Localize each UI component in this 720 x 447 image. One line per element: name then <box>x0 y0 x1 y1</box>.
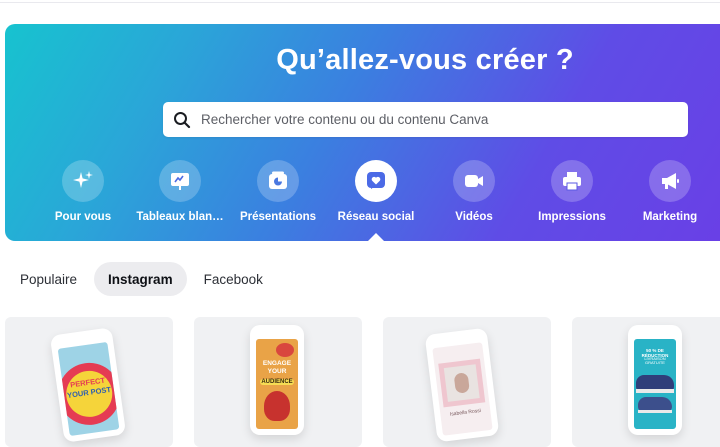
phone-mockup: PERFECT YOUR POST <box>49 327 127 443</box>
template-text: AUDIENCE <box>260 379 294 386</box>
template-card[interactable]: PERFECT YOUR POST <box>5 317 173 447</box>
category-videos[interactable]: Vidéos <box>419 160 529 223</box>
template-grid: PERFECT YOUR POST ENGAGE YOUR AUDIENCE I… <box>0 317 720 447</box>
template-text: ENGAGE <box>262 360 292 367</box>
whiteboard-icon <box>159 160 201 202</box>
phone-mockup: 50 % DE RÉDUCTION LIVRAISON GRATUITE <box>628 325 682 435</box>
category-label: Vidéos <box>455 211 493 223</box>
category-tableaux-blancs[interactable]: Tableaux blan… <box>125 160 235 223</box>
template-card[interactable]: 50 % DE RÉDUCTION LIVRAISON GRATUITE <box>572 317 720 447</box>
tab-facebook[interactable]: Facebook <box>191 262 276 296</box>
template-text: YOUR <box>267 368 287 375</box>
category-label: Réseau social <box>337 211 415 223</box>
megaphone-icon <box>649 160 691 202</box>
category-label: Tableaux blan… <box>136 211 224 223</box>
category-impressions[interactable]: Impressions <box>517 160 627 223</box>
template-thumbnail: 50 % DE RÉDUCTION LIVRAISON GRATUITE <box>634 339 676 429</box>
category-presentations[interactable]: Présentations <box>223 160 333 223</box>
phone-mockup: ENGAGE YOUR AUDIENCE <box>250 325 304 435</box>
template-thumbnail: ENGAGE YOUR AUDIENCE <box>256 339 298 429</box>
heart-icon <box>355 160 397 202</box>
tab-populaire[interactable]: Populaire <box>7 262 90 296</box>
category-reseau-social[interactable]: Réseau social <box>321 160 431 223</box>
template-tabs: Populaire Instagram Facebook <box>7 262 276 296</box>
template-text: LIVRAISON GRATUITE <box>644 356 666 366</box>
category-pour-vous[interactable]: Pour vous <box>28 160 138 223</box>
top-divider <box>0 0 720 3</box>
category-label: Présentations <box>239 211 317 223</box>
template-thumbnail: Isabella Rossi <box>432 342 493 436</box>
page-title: Qu’allez-vous créer ? <box>276 44 574 76</box>
category-marketing[interactable]: Marketing <box>615 160 720 223</box>
category-label: Pour vous <box>54 211 112 223</box>
sparkles-icon <box>62 160 104 202</box>
presentation-icon <box>257 160 299 202</box>
category-nav: Pour vous Tableaux blan… Présentations R… <box>0 160 720 240</box>
active-category-indicator <box>368 233 384 241</box>
printer-icon <box>551 160 593 202</box>
search-input[interactable] <box>201 103 688 136</box>
search-icon <box>163 102 201 137</box>
category-label: Impressions <box>538 211 606 223</box>
template-text: Isabella Rossi <box>449 407 482 418</box>
template-card[interactable]: Isabella Rossi <box>383 317 551 447</box>
phone-mockup: Isabella Rossi <box>424 327 500 443</box>
template-card[interactable]: ENGAGE YOUR AUDIENCE <box>194 317 362 447</box>
template-thumbnail: PERFECT YOUR POST <box>57 341 120 437</box>
video-camera-icon <box>453 160 495 202</box>
search-bar[interactable] <box>163 102 688 137</box>
tab-instagram[interactable]: Instagram <box>94 262 187 296</box>
category-label: Marketing <box>642 211 698 223</box>
